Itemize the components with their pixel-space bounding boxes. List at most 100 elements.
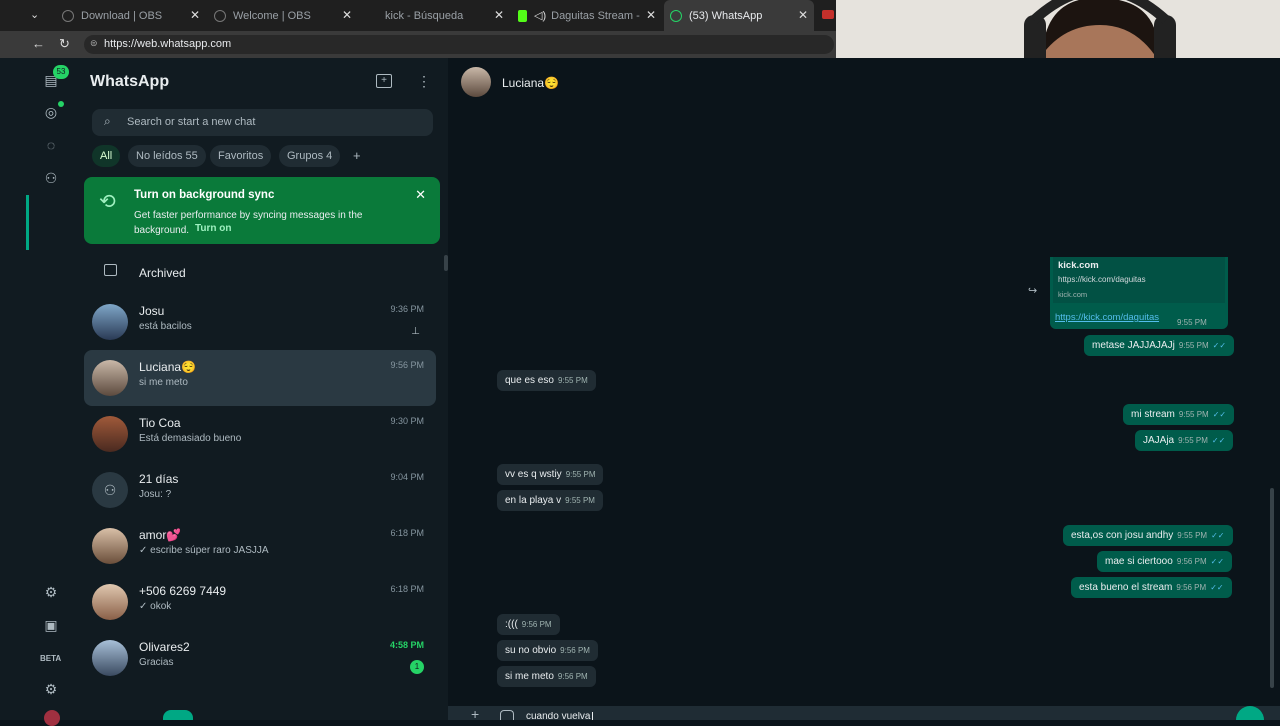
kick-logo-icon (518, 9, 527, 22)
close-icon[interactable]: ✕ (342, 8, 352, 22)
filter-favorites[interactable]: Favoritos (210, 145, 272, 167)
attach-plus-icon[interactable]: + (471, 707, 479, 721)
message-bubble[interactable]: mae si ciertooo 9:56 PM ✓✓ (1097, 551, 1233, 572)
message-bubble[interactable]: JAJAja 9:55 PM ✓✓ (1135, 430, 1234, 451)
menu-kebab-icon[interactable]: ⋮ (417, 73, 431, 90)
message-bubble[interactable]: mi stream 9:55 PM ✓✓ (1123, 404, 1235, 425)
whatsapp-icon (670, 9, 682, 22)
avatar (92, 304, 128, 340)
globe-icon (62, 9, 74, 22)
beta-label: BETA (40, 654, 62, 663)
close-icon[interactable]: ✕ (798, 8, 808, 22)
message-bubble[interactable]: en la playa v 9:55 PM (497, 490, 603, 511)
back-arrow-icon[interactable]: ← (32, 36, 45, 51)
avatar (92, 416, 128, 452)
search-input[interactable]: ⌕ Search or start a new chat (92, 109, 433, 136)
sync-turn-on-link[interactable]: Turn on (195, 223, 231, 234)
pin-icon: ⊥ (411, 326, 420, 337)
globe-icon (214, 9, 226, 22)
message-input[interactable]: cuando vuelva (526, 712, 593, 720)
message-bubble[interactable]: su no obvio 9:56 PM (497, 640, 598, 661)
media-icon[interactable]: ▣ (41, 617, 61, 637)
site-info-icon[interactable]: ⊜ (90, 38, 98, 49)
rail-active-indicator (26, 195, 29, 250)
unread-badge: 53 (53, 65, 69, 79)
chat-row-amor[interactable]: amor💕 ✓ escribe súper raro JASJJA 6:18 P… (84, 518, 436, 574)
close-icon[interactable]: ✕ (494, 8, 504, 22)
tab-whatsapp[interactable]: (53) WhatsApp ✕ (664, 0, 814, 31)
close-icon[interactable]: ✕ (415, 187, 426, 203)
tab-obs-welcome[interactable]: Welcome | OBS ✕ (208, 0, 358, 31)
sync-title: Turn on background sync (134, 189, 275, 201)
message-bubble[interactable]: que es eso 9:55 PM (497, 370, 596, 391)
archived-row[interactable]: Archived (84, 258, 436, 286)
chat-row-21-dias[interactable]: ⚇ 21 días Josu: ? 9:04 PM (84, 462, 436, 518)
search-placeholder: Search or start a new chat (127, 116, 256, 128)
settings-gear-icon[interactable]: ⚙ (41, 681, 61, 701)
read-check-icon: ✓✓ (1212, 341, 1227, 350)
message-bubble[interactable]: vv es q wstiy 9:55 PM (497, 464, 604, 485)
avatar (92, 528, 128, 564)
status-dot (58, 101, 64, 107)
tab-search-chevron-icon[interactable]: ⌄ (30, 8, 39, 21)
app-title: WhatsApp (90, 73, 170, 90)
emoji-sticker-icon[interactable] (500, 710, 514, 720)
message-bubble[interactable]: esta,os con josu andhy 9:55 PM ✓✓ (1063, 525, 1233, 546)
tab-obs-download[interactable]: Download | OBS ✕ (56, 0, 206, 31)
meta-ai-icon[interactable]: ⚙ (41, 584, 61, 604)
group-avatar-icon: ⚇ (92, 472, 128, 508)
contact-avatar[interactable] (461, 67, 491, 97)
reload-icon[interactable]: ↻ (59, 36, 70, 52)
link-preview-bubble[interactable]: kick.com https://kick.com/daguitas kick.… (1050, 257, 1228, 329)
tab-kick-search[interactable]: kick - Búsqueda ✕ (360, 0, 510, 31)
chat-scrollbar[interactable] (1270, 488, 1274, 688)
message-bubble[interactable]: si me meto 9:56 PM (497, 666, 596, 687)
chat-row-luciana[interactable]: Luciana😌 si me meto 9:56 PM (84, 350, 436, 406)
nav-rail (0, 58, 78, 720)
filter-add[interactable]: + (345, 145, 369, 167)
search-icon (366, 10, 378, 22)
read-check-icon: ✓✓ (1210, 557, 1225, 566)
filter-unread[interactable]: No leídos 55 (128, 145, 206, 167)
new-chat-icon[interactable]: + (376, 74, 392, 88)
read-check-icon: ✓✓ (1212, 410, 1227, 419)
chat-row-phone[interactable]: +506 6269 7449 ✓ okok 6:18 PM (84, 574, 436, 630)
message-link[interactable]: https://kick.com/daguitas (1055, 312, 1159, 323)
filter-groups[interactable]: Grupos 4 (279, 145, 341, 167)
message-bubble[interactable]: :(((9:56 PM (497, 614, 560, 635)
speaker-icon[interactable]: ◁) (534, 9, 546, 22)
status-icon[interactable]: ◎ (41, 104, 61, 124)
background-sync-banner: ⟲ Turn on background sync Get faster per… (84, 177, 440, 244)
chat-row-olivares2[interactable]: Olivares2 Gracias 4:58 PM 1 (84, 630, 436, 686)
url-field[interactable]: ⊜ https://web.whatsapp.com (84, 35, 834, 54)
close-icon[interactable]: ✕ (646, 8, 656, 22)
avatar (92, 640, 128, 676)
link-preview-url: https://kick.com/daguitas (1058, 275, 1146, 284)
archived-label: Archived (139, 266, 186, 280)
message-bubble[interactable]: esta bueno el stream 9:56 PM ✓✓ (1071, 577, 1232, 598)
contact-name[interactable]: Luciana😌 (502, 76, 559, 90)
communities-icon[interactable]: ⚇ (41, 170, 61, 190)
youtube-icon[interactable] (822, 10, 834, 19)
read-check-icon: ✓✓ (1210, 583, 1224, 592)
unread-count-badge: 1 (410, 660, 424, 674)
avatar (92, 584, 128, 620)
forward-icon[interactable]: ↪ (1028, 284, 1037, 297)
new-chat-fab[interactable] (163, 710, 193, 720)
archive-box-icon (104, 264, 117, 276)
chat-row-tio-coa[interactable]: Tio Coa Está demasiado bueno 9:30 PM (84, 406, 436, 462)
read-check-icon: ✓✓ (1211, 531, 1225, 540)
address-bar-row: ← ↻ ⊜ https://web.whatsapp.com (0, 31, 836, 58)
channels-icon[interactable]: ◌ (41, 137, 61, 157)
link-preview-domain: kick.com (1058, 290, 1088, 299)
chat-row-josu[interactable]: Josu está bacilos 9:36 PM ⊥ (84, 294, 436, 350)
filter-all[interactable]: All (92, 145, 121, 167)
profile-avatar[interactable] (44, 710, 60, 726)
avatar (92, 360, 128, 396)
message-time: 9:55 PM (1177, 318, 1207, 327)
tab-daguitas-stream[interactable]: ◁)Daguitas Stream - Watc✕ (512, 0, 662, 31)
sync-text: Get faster performance by syncing messag… (134, 210, 363, 236)
message-bubble[interactable]: metase JAJJAJAJj 9:55 PM ✓✓ (1084, 335, 1235, 356)
close-icon[interactable]: ✕ (190, 8, 200, 22)
sync-icon: ⟲ (99, 191, 116, 213)
